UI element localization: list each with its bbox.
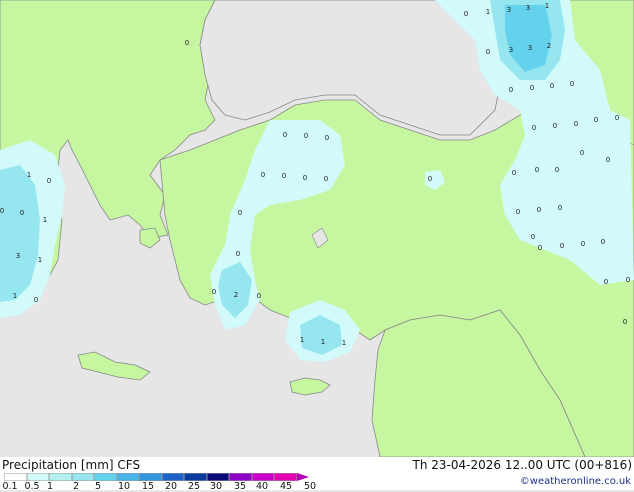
svg-text:0: 0 [509,86,513,94]
footer: Precipitation [mm] CFS Th 23-04-2026 12.… [0,457,634,492]
svg-text:0: 0 [261,171,265,179]
legend-tick-label: 30 [209,481,223,492]
precipitation-map: 0 1 3 3 1 0 3 3 2 0 0 0 0 0 0 0 0 0 0 0 … [0,0,634,457]
svg-text:0: 0 [428,175,432,183]
svg-text:0: 0 [0,207,4,215]
svg-text:0: 0 [594,116,598,124]
svg-text:2: 2 [547,42,551,50]
svg-text:0: 0 [537,206,541,214]
svg-text:0: 0 [626,276,630,284]
svg-text:0: 0 [581,240,585,248]
legend-tick-label: 2 [72,481,80,492]
svg-text:1: 1 [486,8,490,16]
svg-text:0: 0 [538,244,542,252]
legend-tick-label: 50 [303,481,317,492]
svg-text:0: 0 [558,204,562,212]
legend-tick-label: 25 [187,481,201,492]
legend-swatch [274,473,297,481]
svg-text:0: 0 [560,242,564,250]
svg-text:3: 3 [16,252,20,260]
svg-text:1: 1 [43,216,47,224]
svg-text:1: 1 [13,292,17,300]
svg-text:3: 3 [526,4,530,12]
legend-swatch [4,473,27,481]
svg-text:0: 0 [236,250,240,258]
svg-text:1: 1 [321,338,325,346]
credit-link[interactable]: ©weatheronline.co.uk [520,476,631,487]
legend-swatch [161,473,184,481]
legend-tick-label: 0.1 [2,481,18,492]
svg-text:0: 0 [304,132,308,140]
legend-tick-label: 20 [164,481,178,492]
svg-text:0: 0 [601,238,605,246]
svg-text:0: 0 [486,48,490,56]
legend-tick-label: 15 [141,481,155,492]
svg-text:1: 1 [38,256,42,264]
svg-text:0: 0 [553,122,557,130]
legend-swatch [49,473,72,481]
svg-text:0: 0 [532,124,536,132]
svg-text:0: 0 [512,169,516,177]
svg-text:3: 3 [509,46,513,54]
svg-text:0: 0 [530,84,534,92]
svg-text:0: 0 [555,166,559,174]
svg-text:0: 0 [20,209,24,217]
svg-text:1: 1 [342,339,346,347]
svg-text:0: 0 [257,292,261,300]
svg-text:0: 0 [580,149,584,157]
svg-text:2: 2 [234,291,238,299]
legend-swatch [116,473,139,481]
legend-swatch [184,473,207,481]
svg-text:3: 3 [528,44,532,52]
svg-text:0: 0 [185,39,189,47]
legend-swatch [139,473,162,481]
svg-text:1: 1 [545,2,549,10]
legend-swatch [71,473,94,481]
legend-swatch [206,473,229,481]
legend-tick-label: 5 [94,481,102,492]
map-title: Precipitation [mm] CFS [2,458,141,472]
legend-tick-label: 45 [279,481,293,492]
svg-text:0: 0 [604,278,608,286]
svg-text:0: 0 [516,208,520,216]
svg-text:0: 0 [303,174,307,182]
svg-text:0: 0 [574,120,578,128]
svg-text:0: 0 [324,175,328,183]
svg-text:0: 0 [615,114,619,122]
color-legend-bar [4,473,309,481]
legend-tick-label: 1 [46,481,54,492]
legend-swatch [26,473,49,481]
svg-text:0: 0 [535,166,539,174]
svg-text:3: 3 [507,6,511,14]
legend-tick-label: 40 [255,481,269,492]
svg-text:0: 0 [550,82,554,90]
svg-text:1: 1 [27,171,31,179]
legend-tick-label: 0.5 [24,481,40,492]
svg-text:0: 0 [531,233,535,241]
svg-text:0: 0 [282,172,286,180]
legend-swatch [251,473,274,481]
map-datetime: Th 23-04-2026 12..00 UTC (00+816) [412,458,632,472]
svg-text:0: 0 [570,80,574,88]
legend-tick-label: 35 [233,481,247,492]
legend-swatch [94,473,117,481]
svg-text:0: 0 [325,134,329,142]
svg-text:0: 0 [464,10,468,18]
svg-text:0: 0 [212,288,216,296]
legend-tick-label: 10 [117,481,131,492]
svg-text:0: 0 [623,318,627,326]
legend-swatch [229,473,252,481]
svg-text:0: 0 [606,156,610,164]
svg-text:1: 1 [300,336,304,344]
svg-text:0: 0 [238,209,242,217]
svg-text:0: 0 [47,177,51,185]
svg-text:0: 0 [34,296,38,304]
svg-text:0: 0 [283,131,287,139]
legend-arrow [296,473,309,481]
